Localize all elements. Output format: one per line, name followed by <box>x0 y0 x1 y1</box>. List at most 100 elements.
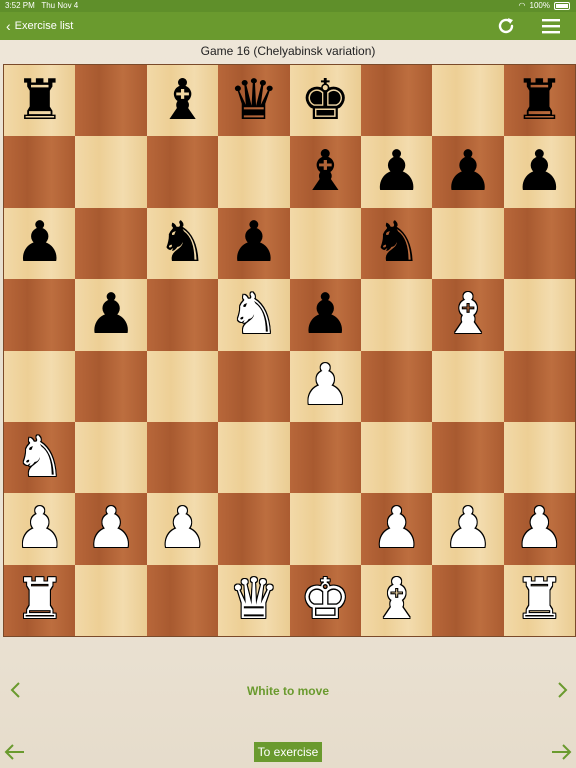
forward-arrow-button[interactable] <box>550 741 572 763</box>
next-move-button[interactable] <box>554 680 570 700</box>
white-pawn-icon[interactable]: ♟ <box>157 500 207 557</box>
black-pawn-icon[interactable]: ♟ <box>300 286 350 343</box>
square-g4[interactable] <box>432 350 504 422</box>
square-g3[interactable] <box>432 421 504 494</box>
square-h7[interactable]: ♟ <box>503 136 575 208</box>
square-c1[interactable] <box>146 564 219 636</box>
white-king-icon[interactable]: ♚ <box>300 572 350 628</box>
square-e8[interactable]: ♚ <box>289 65 361 137</box>
square-e4[interactable]: ♟ <box>289 350 361 422</box>
square-b5[interactable]: ♟ <box>75 279 147 351</box>
square-d1[interactable]: ♛ <box>218 564 290 636</box>
square-f6[interactable]: ♞ <box>360 207 433 280</box>
square-g6[interactable] <box>432 207 504 280</box>
white-pawn-icon[interactable]: ♟ <box>514 500 564 557</box>
menu-button[interactable] <box>540 16 562 36</box>
white-pawn-icon[interactable]: ♟ <box>300 358 350 414</box>
square-d8[interactable]: ♛ <box>218 65 290 137</box>
square-g7[interactable]: ♟ <box>432 136 504 208</box>
black-pawn-icon[interactable]: ♟ <box>514 144 564 200</box>
square-g1[interactable] <box>432 564 504 636</box>
square-a1[interactable]: ♜ <box>4 564 76 636</box>
square-e7[interactable]: ♝ <box>289 136 361 208</box>
square-f4[interactable] <box>360 350 433 422</box>
square-b3[interactable] <box>75 421 147 494</box>
square-c2[interactable]: ♟ <box>146 493 219 565</box>
square-d5[interactable]: ♞ <box>218 279 290 351</box>
square-d3[interactable] <box>218 421 290 494</box>
black-pawn-icon[interactable]: ♟ <box>15 215 65 271</box>
black-rook-icon[interactable]: ♜ <box>514 72 564 129</box>
square-h4[interactable] <box>503 350 575 422</box>
black-pawn-icon[interactable]: ♟ <box>86 286 136 343</box>
square-a6[interactable]: ♟ <box>4 207 76 280</box>
square-h8[interactable]: ♜ <box>503 65 575 137</box>
white-bishop-icon[interactable]: ♝ <box>371 572 421 628</box>
square-c6[interactable]: ♞ <box>146 207 219 280</box>
square-f8[interactable] <box>360 65 433 137</box>
square-b8[interactable] <box>75 65 147 137</box>
black-bishop-icon[interactable]: ♝ <box>157 72 207 129</box>
square-e6[interactable] <box>289 207 361 280</box>
square-h6[interactable] <box>503 207 575 280</box>
back-arrow-button[interactable] <box>4 741 26 763</box>
square-c3[interactable] <box>146 421 219 494</box>
square-e1[interactable]: ♚ <box>289 564 361 636</box>
square-f2[interactable]: ♟ <box>360 493 433 565</box>
white-pawn-icon[interactable]: ♟ <box>371 500 421 557</box>
white-queen-icon[interactable]: ♛ <box>229 572 279 628</box>
square-e3[interactable] <box>289 421 361 494</box>
black-rook-icon[interactable]: ♜ <box>15 72 65 129</box>
square-h3[interactable] <box>503 421 575 494</box>
white-pawn-icon[interactable]: ♟ <box>443 500 493 557</box>
black-knight-icon[interactable]: ♞ <box>157 215 207 271</box>
white-rook-icon[interactable]: ♜ <box>514 572 564 628</box>
square-f5[interactable] <box>360 279 433 351</box>
square-c4[interactable] <box>146 350 219 422</box>
white-bishop-icon[interactable]: ♝ <box>443 286 493 343</box>
square-g2[interactable]: ♟ <box>432 493 504 565</box>
square-a3[interactable]: ♞ <box>4 421 76 494</box>
square-h1[interactable]: ♜ <box>503 564 575 636</box>
white-pawn-icon[interactable]: ♟ <box>15 500 65 557</box>
square-b4[interactable] <box>75 350 147 422</box>
white-rook-icon[interactable]: ♜ <box>15 572 65 628</box>
black-queen-icon[interactable]: ♛ <box>229 72 279 129</box>
square-b1[interactable] <box>75 564 147 636</box>
square-h2[interactable]: ♟ <box>503 493 575 565</box>
square-d2[interactable] <box>218 493 290 565</box>
square-f1[interactable]: ♝ <box>360 564 433 636</box>
refresh-button[interactable] <box>495 16 517 36</box>
square-e5[interactable]: ♟ <box>289 279 361 351</box>
square-f3[interactable] <box>360 421 433 494</box>
square-f7[interactable]: ♟ <box>360 136 433 208</box>
square-g8[interactable] <box>432 65 504 137</box>
square-a4[interactable] <box>4 350 76 422</box>
square-g5[interactable]: ♝ <box>432 279 504 351</box>
square-h5[interactable] <box>503 279 575 351</box>
square-d4[interactable] <box>218 350 290 422</box>
square-b7[interactable] <box>75 136 147 208</box>
black-king-icon[interactable]: ♚ <box>300 72 350 129</box>
square-a2[interactable]: ♟ <box>4 493 76 565</box>
black-pawn-icon[interactable]: ♟ <box>443 144 493 200</box>
square-a7[interactable] <box>4 136 76 208</box>
square-a8[interactable]: ♜ <box>4 65 76 137</box>
square-a5[interactable] <box>4 279 76 351</box>
black-bishop-icon[interactable]: ♝ <box>300 144 350 200</box>
black-pawn-icon[interactable]: ♟ <box>229 215 279 271</box>
square-d6[interactable]: ♟ <box>218 207 290 280</box>
to-exercise-button[interactable]: To exercise <box>254 742 322 762</box>
exercise-list-back-button[interactable]: ‹ Exercise list <box>6 12 73 40</box>
white-pawn-icon[interactable]: ♟ <box>86 500 136 557</box>
black-knight-icon[interactable]: ♞ <box>371 215 421 271</box>
white-knight-icon[interactable]: ♞ <box>229 286 279 343</box>
black-pawn-icon[interactable]: ♟ <box>371 144 421 200</box>
square-c5[interactable] <box>146 279 219 351</box>
square-b6[interactable] <box>75 207 147 280</box>
square-d7[interactable] <box>218 136 290 208</box>
square-b2[interactable]: ♟ <box>75 493 147 565</box>
square-e2[interactable] <box>289 493 361 565</box>
square-c7[interactable] <box>146 136 219 208</box>
square-c8[interactable]: ♝ <box>146 65 219 137</box>
